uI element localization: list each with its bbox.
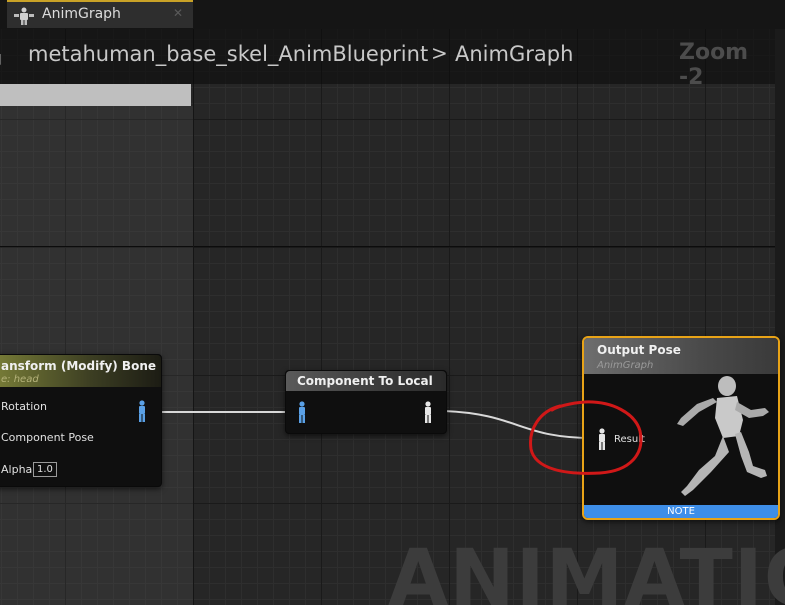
comment-header[interactable] [0, 84, 191, 106]
grid-axis-vertical [193, 29, 194, 605]
close-icon[interactable]: ✕ [173, 6, 183, 20]
pin-label-alpha: Alpha [1, 463, 33, 476]
animgraph-icon [14, 7, 34, 25]
alpha-value-field[interactable]: 1.0 [33, 462, 57, 477]
breadcrumb-separator: > [431, 41, 448, 65]
blueprint-icon: ▮ [0, 51, 2, 67]
zoom-level: Zoom -2 [679, 40, 749, 90]
node-title: Output Pose [597, 343, 681, 357]
pose-pin-icon[interactable] [137, 400, 147, 422]
transform-modify-bone-node[interactable]: ansform (Modify) Bone e: head Rotation C… [0, 354, 162, 487]
grid-axis-horizontal [0, 246, 785, 247]
node-subtitle: AnimGraph [597, 360, 654, 371]
component-to-local-node[interactable]: Component To Local [285, 370, 447, 434]
tab-bar: AnimGraph ✕ [0, 0, 785, 29]
graph-canvas[interactable]: ▮ metahuman_base_skel_AnimBlueprint > An… [0, 29, 785, 605]
tab-label: AnimGraph [42, 6, 121, 22]
node-title: ansform (Modify) Bone [1, 359, 156, 373]
pin-label-result: Result [614, 434, 645, 445]
wire-component-to-output [443, 410, 598, 440]
breadcrumb: ▮ metahuman_base_skel_AnimBlueprint > An… [0, 29, 775, 90]
output-pose-node[interactable]: Output Pose AnimGraph Result NOTE [582, 336, 780, 520]
tab-animgraph[interactable]: AnimGraph ✕ [7, 0, 193, 28]
pose-pin-icon[interactable] [297, 401, 307, 423]
pose-pin-icon[interactable] [423, 401, 433, 423]
pin-label-rotation: Rotation [1, 400, 48, 413]
node-subtitle: e: head [1, 374, 39, 385]
note-bar[interactable]: NOTE [584, 505, 778, 518]
mannequin-icon [677, 376, 769, 496]
pin-label-component-pose: Component Pose [1, 431, 94, 444]
graph-watermark: ANIMATION [388, 534, 785, 605]
breadcrumb-blueprint[interactable]: metahuman_base_skel_AnimBlueprint [28, 42, 428, 66]
breadcrumb-graph[interactable]: AnimGraph [455, 42, 573, 66]
node-title: Component To Local [297, 374, 433, 388]
pose-pin-icon[interactable] [597, 428, 607, 450]
